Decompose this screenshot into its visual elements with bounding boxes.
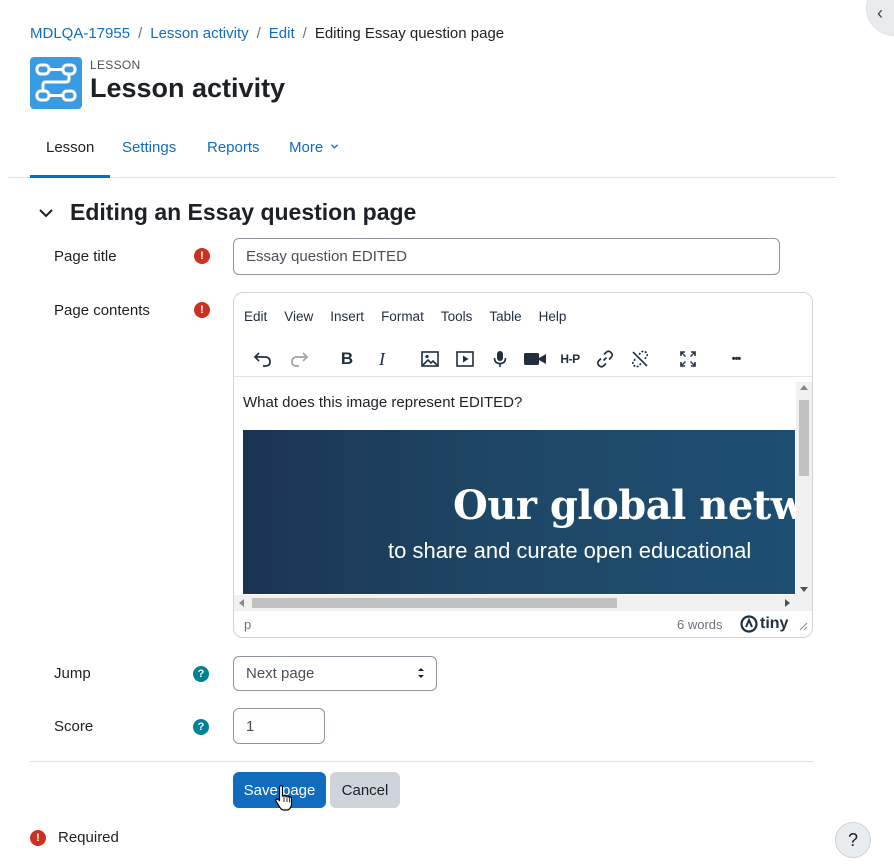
help-icon[interactable]: ? xyxy=(193,666,209,682)
editor-statusbar: p 6 words tiny xyxy=(234,611,812,637)
breadcrumb-edit-link[interactable]: Edit xyxy=(269,25,295,42)
menu-format[interactable]: Format xyxy=(381,309,424,324)
tab-settings[interactable]: Settings xyxy=(106,118,192,178)
jump-label: Jump xyxy=(54,665,91,682)
help-button[interactable]: ? xyxy=(835,822,871,858)
tab-more[interactable]: More xyxy=(273,118,355,178)
image-subtext: to share and curate open educational xyxy=(388,538,752,563)
page-contents-label: Page contents xyxy=(54,302,150,319)
tab-more-label: More xyxy=(289,139,324,156)
scroll-right-icon[interactable] xyxy=(785,599,790,607)
score-label: Score xyxy=(54,718,94,735)
help-icon[interactable]: ? xyxy=(193,719,209,735)
chevron-down-icon[interactable] xyxy=(36,203,56,223)
menu-help[interactable]: Help xyxy=(539,309,567,324)
required-legend: ! Required xyxy=(30,829,119,846)
word-count[interactable]: 6 words xyxy=(677,617,723,632)
editor-content[interactable]: What does this image represent EDITED? O… xyxy=(234,382,812,594)
menu-tools[interactable]: Tools xyxy=(441,309,473,324)
score-input[interactable] xyxy=(233,708,325,744)
tab-lesson[interactable]: Lesson xyxy=(30,118,111,178)
resize-handle-icon[interactable] xyxy=(799,622,808,631)
lesson-icon xyxy=(30,57,82,109)
microphone-icon[interactable] xyxy=(486,345,514,373)
content-paragraph: What does this image represent EDITED? xyxy=(243,394,523,411)
more-icon[interactable]: ••• xyxy=(722,345,750,373)
scrollbar-thumb[interactable] xyxy=(799,400,809,476)
menu-insert[interactable]: Insert xyxy=(330,309,364,324)
scrollbar-thumb[interactable] xyxy=(252,598,617,608)
required-icon: ! xyxy=(194,248,210,264)
camera-icon[interactable] xyxy=(521,345,549,373)
chevron-left-icon: ‹ xyxy=(877,3,883,23)
page-title-label: Page title xyxy=(54,248,117,265)
italic-icon[interactable]: I xyxy=(368,345,396,373)
link-icon[interactable] xyxy=(591,345,619,373)
element-path[interactable]: p xyxy=(244,617,251,632)
bold-icon[interactable]: B xyxy=(333,345,361,373)
scroll-up-icon[interactable] xyxy=(800,385,808,390)
editor-toolbar: B I H-P ••• xyxy=(234,341,812,377)
drawer-toggle-button[interactable]: ‹ xyxy=(866,0,894,36)
menu-edit[interactable]: Edit xyxy=(244,309,267,324)
section-header[interactable]: Editing an Essay question page xyxy=(36,199,416,226)
page-title-input[interactable] xyxy=(233,238,780,275)
section-title: Editing an Essay question page xyxy=(70,199,417,225)
tiny-brand: tiny xyxy=(760,615,789,632)
scroll-down-icon[interactable] xyxy=(800,587,808,592)
cancel-button[interactable]: Cancel xyxy=(330,772,400,808)
breadcrumb: MDLQA-17955 / Lesson activity / Edit / E… xyxy=(30,25,504,42)
image-icon[interactable] xyxy=(416,345,444,373)
jump-select-value: Next page xyxy=(246,665,315,682)
breadcrumb-separator: / xyxy=(302,25,307,42)
jump-select[interactable]: Next page xyxy=(233,656,437,691)
required-icon: ! xyxy=(30,829,46,846)
module-label: LESSON xyxy=(90,58,141,72)
fullscreen-icon[interactable] xyxy=(674,345,702,373)
breadcrumb-current: Editing Essay question page xyxy=(314,25,505,42)
hand-cursor-icon xyxy=(275,785,293,811)
redo-icon[interactable] xyxy=(285,345,313,373)
chevron-down-icon xyxy=(331,144,339,149)
menu-view[interactable]: View xyxy=(284,309,313,324)
tiny-logo[interactable]: tiny xyxy=(740,615,788,633)
scroll-left-icon[interactable] xyxy=(239,599,244,607)
tiny-icon xyxy=(740,615,758,633)
required-text: Required xyxy=(58,829,119,846)
rich-text-editor: Edit View Insert Format Tools Table Help… xyxy=(233,292,813,638)
vertical-scrollbar[interactable] xyxy=(796,382,812,595)
image-heading: Our global networ xyxy=(453,482,795,529)
breadcrumb-activity-link[interactable]: Lesson activity xyxy=(150,25,248,42)
page-title: Lesson activity xyxy=(90,73,286,103)
undo-icon[interactable] xyxy=(249,345,277,373)
horizontal-scrollbar[interactable] xyxy=(234,595,812,611)
breadcrumb-course-link[interactable]: MDLQA-17955 xyxy=(30,25,130,42)
unlink-icon[interactable] xyxy=(626,345,654,373)
editor-menubar: Edit View Insert Format Tools Table Help xyxy=(244,309,583,324)
tab-reports[interactable]: Reports xyxy=(191,118,276,178)
required-icon: ! xyxy=(194,302,210,318)
secondary-navigation: Lesson Settings Reports More xyxy=(8,118,836,178)
h5p-icon[interactable]: H-P xyxy=(556,345,584,373)
breadcrumb-separator: / xyxy=(138,25,143,42)
media-icon[interactable] xyxy=(451,345,479,373)
select-arrows-icon xyxy=(418,668,424,678)
content-image[interactable]: Our global networ to share and curate op… xyxy=(243,430,795,594)
breadcrumb-separator: / xyxy=(256,25,261,42)
menu-table[interactable]: Table xyxy=(489,309,521,324)
divider xyxy=(30,761,814,762)
